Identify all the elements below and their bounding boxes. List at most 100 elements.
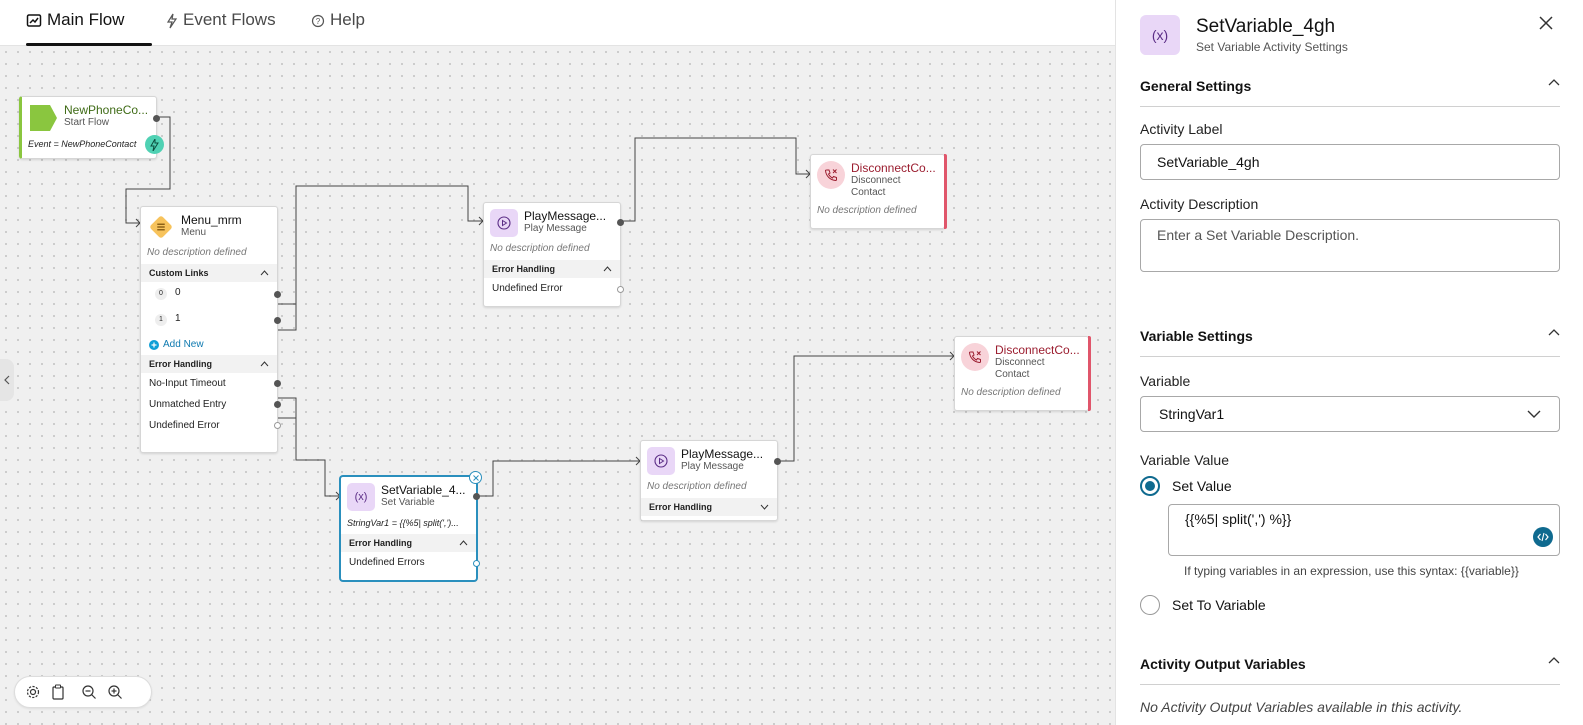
zoom-out-button[interactable] (81, 684, 97, 700)
no-output-variables-message: No Activity Output Variables available i… (1140, 699, 1463, 715)
link-badge: 1 (155, 314, 167, 326)
start-node-port[interactable] (153, 115, 160, 122)
play-node-port[interactable] (617, 219, 624, 226)
tab-event-flows[interactable]: Event Flows (166, 10, 276, 46)
connector-play1-disc1 (620, 137, 810, 222)
menu-error-port[interactable] (274, 422, 281, 429)
add-new-label: Add New (163, 339, 204, 350)
flow-canvas[interactable]: NewPhoneCo... Start Flow Event = NewPhon… (0, 46, 1115, 725)
node-set-variable-selected[interactable]: (x) SetVariable_4... Set Variable String… (340, 471, 482, 581)
error-label: No-Input Timeout (149, 378, 226, 389)
panel-subtitle: Set Variable Activity Settings (1196, 40, 1348, 54)
variable-value-label: Variable Value (1140, 452, 1229, 468)
delete-node-button[interactable] (469, 471, 482, 484)
disconnect-accent-bar (1088, 336, 1091, 411)
menu-custom-links-header[interactable]: Custom Links (141, 264, 277, 282)
menu-link-port[interactable] (274, 317, 281, 324)
canvas-toolbar (14, 676, 152, 708)
play-node-title: PlayMessage... (681, 447, 764, 461)
variable-settings-header[interactable]: Variable Settings (1140, 328, 1560, 357)
play-error-handling-header[interactable]: Error Handling (484, 260, 620, 278)
canvas-settings-button[interactable] (25, 684, 41, 700)
start-node-title: NewPhoneCo... (64, 103, 149, 117)
zoom-out-icon (82, 685, 96, 699)
general-settings-title: General Settings (1140, 78, 1252, 94)
radio-set-to-variable[interactable]: Set To Variable (1140, 595, 1266, 615)
chevron-up-icon (260, 270, 269, 276)
tab-help[interactable]: ? Help (311, 10, 365, 46)
zoom-in-button[interactable] (107, 684, 123, 700)
disconnect-node-type: Disconnect (851, 175, 901, 186)
menu-error-row[interactable]: Unmatched Entry (141, 394, 281, 415)
node-play-message[interactable]: PlayMessage... Play Message No descripti… (640, 440, 781, 521)
setvar-error-row[interactable]: Undefined Errors (341, 552, 480, 574)
expression-editor-button[interactable] (1533, 527, 1553, 547)
activity-description-textarea[interactable]: Enter a Set Variable Description. (1140, 219, 1560, 272)
gear-icon (26, 685, 40, 699)
variable-select[interactable]: StringVar1 (1140, 396, 1560, 432)
tab-main-flow[interactable]: Main Flow (26, 10, 152, 46)
play-error-handling-header[interactable]: Error Handling (641, 498, 777, 516)
activity-label-input[interactable]: SetVariable_4gh (1140, 144, 1560, 180)
setvar-node-port[interactable] (473, 493, 480, 500)
output-variables-header[interactable]: Activity Output Variables (1140, 656, 1560, 685)
menu-error-handling-header[interactable]: Error Handling (141, 355, 277, 373)
flow-designer: Main Flow Event Flows ? Help NewPhoneCo.… (0, 0, 1583, 725)
error-handling-label: Error Handling (492, 264, 556, 274)
copy-button[interactable] (51, 684, 65, 700)
event-bolt-button[interactable] (145, 135, 164, 154)
disconnect-node-title: DisconnectCo... (851, 161, 936, 175)
close-panel-button[interactable] (1539, 16, 1553, 35)
play-icon (647, 447, 675, 475)
disconnect-node-description: No description defined (961, 387, 1061, 398)
play-node-type: Play Message (524, 223, 587, 234)
play-node-description: No description defined (647, 481, 747, 492)
disconnect-node-type-line2: Contact (851, 187, 886, 198)
chevron-up-icon (1548, 329, 1560, 336)
connector-menu-play1 (277, 185, 483, 305)
variable-settings-title: Variable Settings (1140, 328, 1253, 344)
menu-node-description: No description defined (147, 247, 247, 258)
menu-error-port[interactable] (274, 380, 281, 387)
help-circle-icon: ? (311, 14, 325, 28)
menu-error-port[interactable] (274, 401, 281, 408)
chevron-up-icon (260, 361, 269, 367)
variable-label: Variable (1140, 373, 1191, 389)
setvar-node-type: Set Variable (381, 497, 435, 508)
menu-error-row[interactable]: No-Input Timeout (141, 373, 281, 394)
play-node-port[interactable] (774, 458, 781, 465)
expression-input[interactable]: {{%5| split(',') %}} (1168, 504, 1560, 556)
variable-select-value: StringVar1 (1159, 406, 1225, 422)
radio-unselected-indicator (1140, 595, 1160, 615)
radio-selected-indicator (1140, 476, 1160, 496)
play-error-port[interactable] (617, 286, 624, 293)
menu-link-row[interactable]: 00 (141, 282, 281, 308)
node-start-flow[interactable]: NewPhoneCo... Start Flow Event = NewPhon… (19, 96, 164, 159)
node-menu[interactable]: Menu_mrm Menu No description defined Cus… (140, 206, 281, 453)
setvar-error-port[interactable] (473, 560, 480, 567)
tab-help-label: Help (330, 10, 365, 29)
node-disconnect-contact[interactable]: DisconnectCo... Disconnect Contact No de… (954, 336, 1091, 411)
start-node-event: Event = NewPhoneContact (28, 139, 137, 149)
close-icon (1539, 16, 1553, 30)
node-play-message[interactable]: PlayMessage... Play Message No descripti… (483, 202, 624, 307)
radio-set-value[interactable]: Set Value (1140, 476, 1232, 496)
play-error-row[interactable]: Undefined Error (484, 278, 624, 300)
panel-title: SetVariable_4gh (1196, 16, 1336, 37)
menu-link-port[interactable] (274, 291, 281, 298)
play-node-title: PlayMessage... (524, 209, 607, 223)
expand-palette-button[interactable] (0, 359, 14, 401)
disconnect-node-type: Disconnect (995, 357, 1045, 368)
error-label: Undefined Error (492, 283, 563, 294)
node-disconnect-contact[interactable]: DisconnectCo... Disconnect Contact No de… (810, 154, 947, 229)
menu-error-row[interactable]: Undefined Error (141, 415, 281, 436)
add-new-link-button[interactable]: Add New (141, 334, 277, 355)
tab-main-flow-label: Main Flow (47, 10, 125, 29)
error-handling-label: Error Handling (349, 538, 413, 548)
plus-circle-icon (149, 339, 159, 350)
general-settings-header[interactable]: General Settings (1140, 78, 1560, 107)
menu-link-row[interactable]: 11 (141, 308, 281, 334)
connector-play2-disc2 (777, 355, 954, 462)
setvar-error-handling-header[interactable]: Error Handling (341, 534, 476, 552)
chevron-down-icon (1527, 410, 1541, 418)
